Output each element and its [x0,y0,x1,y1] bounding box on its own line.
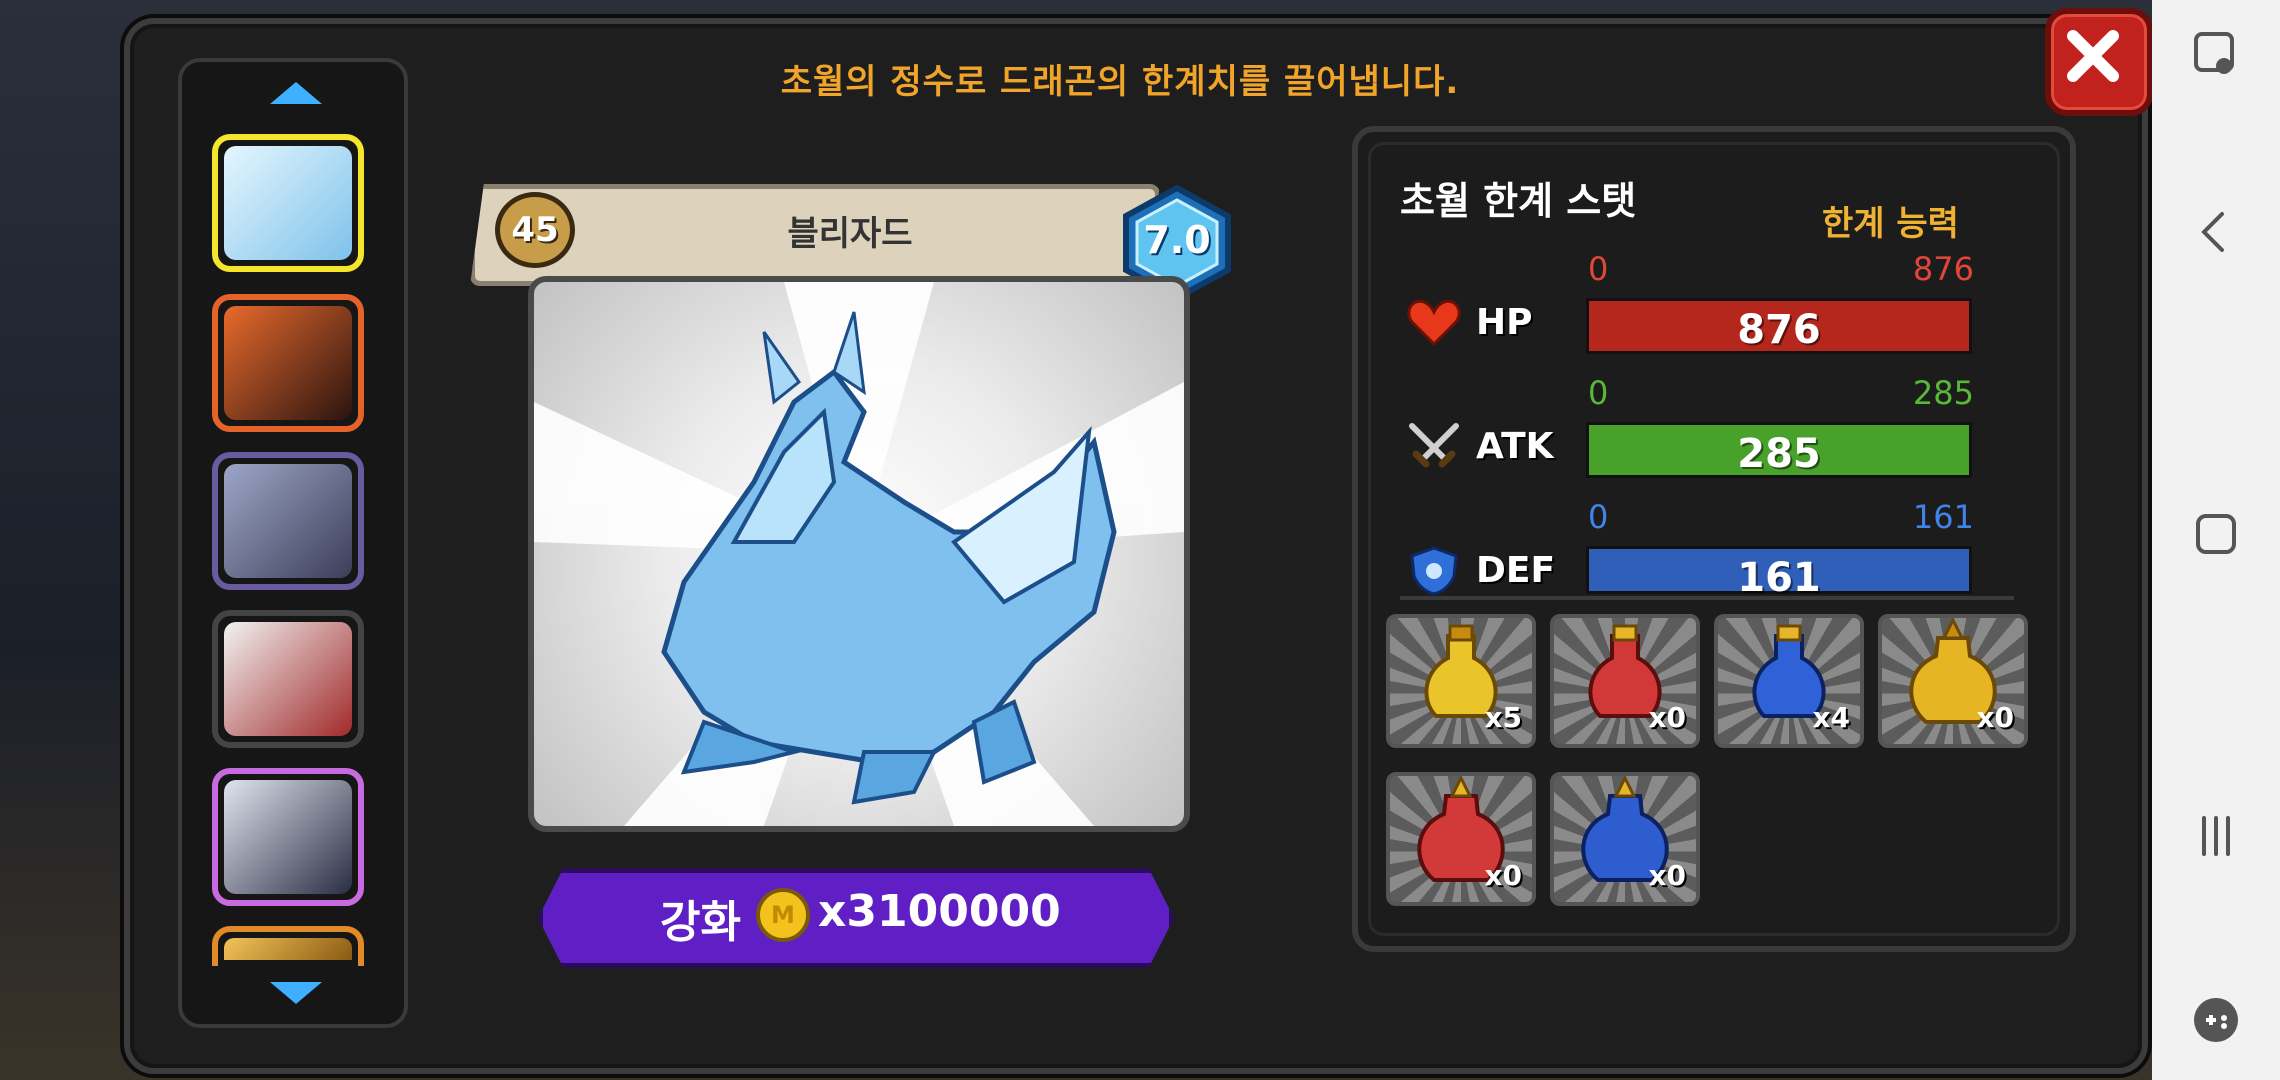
item-blue-elixir[interactable]: x0 [1550,772,1700,906]
hp-bar: 876 [1586,298,1972,354]
atk-value: 285 [1737,431,1821,477]
scroll-down-icon[interactable] [270,982,322,1004]
item-count: x0 [1484,859,1522,892]
atk-range-max: 285 [1912,374,1974,412]
dragon-name: 블리자드 [787,214,913,254]
item-red-elixir[interactable]: x0 [1386,772,1536,906]
atk-range-min: 0 [1588,374,1609,412]
screen-touch-icon[interactable] [2190,30,2242,82]
coin-icon: M [756,888,810,942]
item-blue-potion[interactable]: x4 [1714,614,1864,748]
item-gold-elixir[interactable]: x0 [1878,614,2028,748]
crossed-swords-icon [1409,423,1459,468]
game-tools-icon[interactable] [2190,994,2242,1046]
item-count: x0 [1648,701,1686,734]
item-count: x0 [1648,859,1686,892]
dragon-image [534,282,1184,826]
shield-icon [1410,546,1458,596]
dragon-thumb-fire[interactable] [212,294,364,432]
atk-bar: 285 [1586,422,1972,478]
panel-title: 초월의 정수로 드래곤의 한계치를 끌어냅니다. [780,62,1460,102]
hp-value: 876 [1737,307,1821,353]
back-icon[interactable] [2190,206,2242,258]
item-red-potion[interactable]: x0 [1550,614,1700,748]
dragon-portrait [528,276,1190,832]
dragon-level-badge: 45 [495,192,575,268]
dragon-thumb-gold[interactable] [212,926,364,966]
enhance-label: 강화 [660,897,741,948]
hp-range-min: 0 [1588,250,1609,288]
heart-icon [1407,299,1461,347]
hp-range-max: 876 [1912,250,1974,288]
recents-icon[interactable] [2190,810,2242,862]
close-button[interactable] [2045,8,2153,116]
item-count: x5 [1484,701,1522,734]
ice-dragon-icon [224,146,352,260]
home-icon[interactable] [2190,508,2242,560]
dragon-thumb-ice[interactable] [212,134,364,272]
stats-divider [1400,596,2014,600]
def-range-min: 0 [1588,498,1609,536]
gold-dragon-icon [224,938,352,960]
item-count: x4 [1812,701,1850,734]
red-white-dragon-icon [224,622,352,736]
system-navbar [2152,0,2280,1080]
scroll-up-icon[interactable] [270,82,322,104]
skull-dragon-icon [224,464,352,578]
def-value: 161 [1737,555,1821,601]
hp-label: HP [1476,302,1533,343]
dark-dragon-icon [224,780,352,894]
dragon-grade: 7.0 [1143,218,1211,262]
enhance-cost: x3100000 [818,886,1061,937]
stats-title: 초월 한계 스탯 [1400,179,1637,223]
close-icon [2067,30,2119,82]
atk-label: ATK [1476,426,1554,467]
dragon-thumb-dark[interactable] [212,768,364,906]
dragon-list[interactable] [178,58,408,1028]
item-gold-potion[interactable]: x5 [1386,614,1536,748]
def-bar: 161 [1586,546,1972,601]
dragon-thumb-skull[interactable] [212,452,364,590]
def-label: DEF [1476,550,1556,591]
dragon-thumb-red-white[interactable] [212,610,364,748]
fire-dragon-icon [224,306,352,420]
def-range-max: 161 [1912,498,1974,536]
limit-title: 한계 능력 [1822,204,1959,244]
item-count: x0 [1976,701,2014,734]
